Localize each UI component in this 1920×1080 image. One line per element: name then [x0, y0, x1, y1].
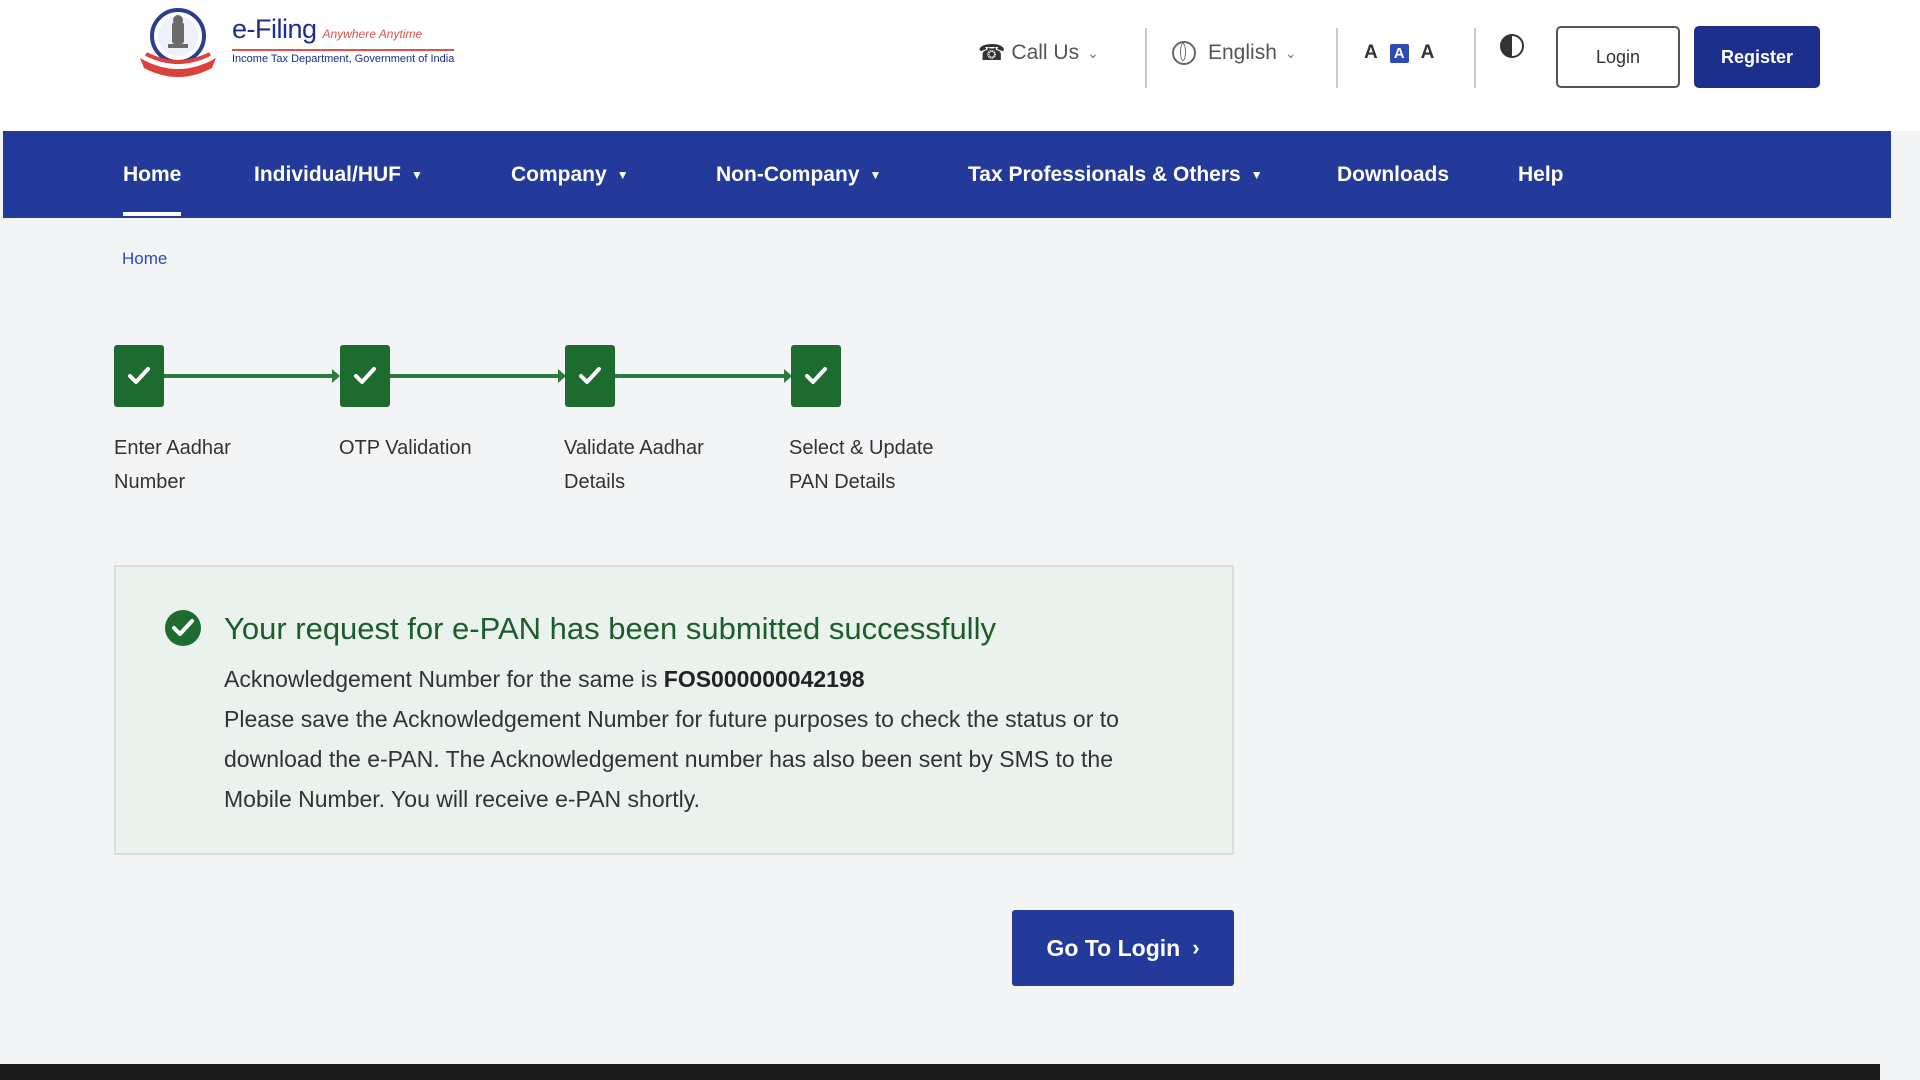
step-label-line: OTP Validation	[339, 437, 472, 459]
logo-text: e-Filing Anywhere Anytime Income Tax Dep…	[232, 14, 455, 65]
step-complete-icon	[340, 345, 390, 407]
font-decrease-button[interactable]: A	[1364, 42, 1378, 64]
check-circle-icon	[165, 610, 201, 646]
check-icon	[128, 367, 150, 384]
step-label: Enter Aadhar Number	[114, 431, 284, 499]
chevron-down-icon: ⌄	[1284, 44, 1297, 61]
check-icon	[579, 367, 601, 384]
nav-item-home[interactable]: Home	[123, 131, 182, 218]
nav-item-label: Individual/HUF	[254, 162, 401, 186]
logo-subtitle: Income Tax Department, Government of Ind…	[232, 49, 455, 65]
acknowledgement-number: FOS000000042198	[663, 666, 865, 692]
step-complete-icon	[565, 345, 615, 407]
divider	[1336, 28, 1338, 88]
page: e-Filing Anywhere Anytime Income Tax Dep…	[0, 0, 1920, 1080]
globe-icon	[1172, 41, 1196, 65]
nav-item-help[interactable]: Help	[1518, 131, 1564, 218]
nav-item-company[interactable]: Company ▼	[511, 131, 629, 218]
caret-down-icon: ▼	[616, 167, 629, 182]
nav-item-label: Help	[1518, 162, 1564, 186]
chevron-right-icon: ›	[1192, 935, 1200, 960]
acknowledgement-line: Acknowledgement Number for the same is F…	[224, 659, 1184, 699]
breadcrumb-home-link[interactable]: Home	[122, 249, 167, 268]
divider	[1145, 28, 1147, 88]
breadcrumb: Home	[122, 249, 167, 269]
register-button[interactable]: Register	[1694, 26, 1820, 88]
step-label: Select & Update PAN Details	[789, 431, 969, 499]
check-icon	[805, 367, 827, 384]
step-label-line: Select & Update	[789, 437, 934, 459]
logo-tagline: Anywhere Anytime	[322, 27, 423, 41]
font-size-controls: A A A	[1364, 28, 1446, 78]
language-label: English	[1208, 41, 1277, 64]
check-icon	[354, 367, 376, 384]
step-label-line: Number	[114, 471, 186, 493]
nav-item-individual-huf[interactable]: Individual/HUF ▼	[254, 131, 423, 218]
nav-item-label: Home	[123, 162, 182, 186]
go-to-login-button[interactable]: Go To Login ›	[1012, 910, 1234, 986]
step-connector	[615, 369, 792, 383]
step-complete-icon	[791, 345, 841, 407]
step-connector	[164, 369, 340, 383]
step-label-line: Validate Aadhar	[564, 437, 704, 459]
header: e-Filing Anywhere Anytime Income Tax Dep…	[0, 0, 1920, 131]
nav-item-downloads[interactable]: Downloads	[1337, 131, 1449, 218]
emblem-icon	[140, 8, 216, 77]
go-to-login-label: Go To Login	[1046, 934, 1181, 961]
step-label-line: Enter Aadhar	[114, 437, 231, 459]
success-body: Acknowledgement Number for the same is F…	[224, 659, 1184, 819]
progress-stepper: Enter Aadhar Number OTP Validation Valid…	[114, 345, 974, 505]
bottom-bar	[0, 1064, 1880, 1080]
divider	[1474, 28, 1476, 88]
login-button[interactable]: Login	[1556, 26, 1680, 88]
caret-down-icon: ▼	[1250, 167, 1263, 182]
success-message: Please save the Acknowledgement Number f…	[224, 706, 1119, 812]
acknowledgement-label: Acknowledgement Number for the same is	[224, 666, 658, 692]
font-increase-button[interactable]: A	[1421, 42, 1435, 64]
efiling-logo[interactable]: e-Filing Anywhere Anytime Income Tax Dep…	[132, 6, 455, 80]
nav-item-label: Company	[511, 162, 607, 186]
step-label: OTP Validation	[339, 431, 509, 465]
chevron-down-icon: ⌄	[1087, 44, 1099, 61]
step-connector	[390, 369, 566, 383]
logo-title-text: e-Filing	[232, 14, 317, 44]
logo-title: e-Filing Anywhere Anytime	[232, 14, 454, 45]
step-complete-icon	[114, 345, 164, 407]
step-label: Validate Aadhar Details	[564, 431, 734, 499]
nav-item-label: Tax Professionals & Others	[968, 162, 1241, 186]
call-us-dropdown[interactable]: ☎ Call Us ⌄	[978, 28, 1099, 78]
caret-down-icon: ▼	[869, 167, 882, 182]
nav-item-label: Non-Company	[716, 162, 860, 186]
language-dropdown[interactable]: English ⌄	[1172, 28, 1297, 78]
call-us-label: Call Us	[1011, 41, 1080, 64]
step-label-line: PAN Details	[789, 471, 896, 493]
phone-icon: ☎	[978, 40, 1006, 65]
step-label-line: Details	[564, 471, 626, 493]
font-normal-button[interactable]: A	[1389, 43, 1409, 63]
success-message-card: Your request for e-PAN has been submitte…	[114, 565, 1234, 855]
nav-item-tax-professionals[interactable]: Tax Professionals & Others ▼	[968, 131, 1263, 218]
nav-item-label: Downloads	[1337, 162, 1450, 186]
main-nav: Home Individual/HUF ▼ Company ▼ Non-Comp…	[3, 131, 1891, 218]
success-title: Your request for e-PAN has been submitte…	[224, 611, 996, 646]
contrast-toggle-icon[interactable]	[1500, 34, 1524, 58]
caret-down-icon: ▼	[411, 167, 423, 182]
nav-item-non-company[interactable]: Non-Company ▼	[716, 131, 881, 218]
